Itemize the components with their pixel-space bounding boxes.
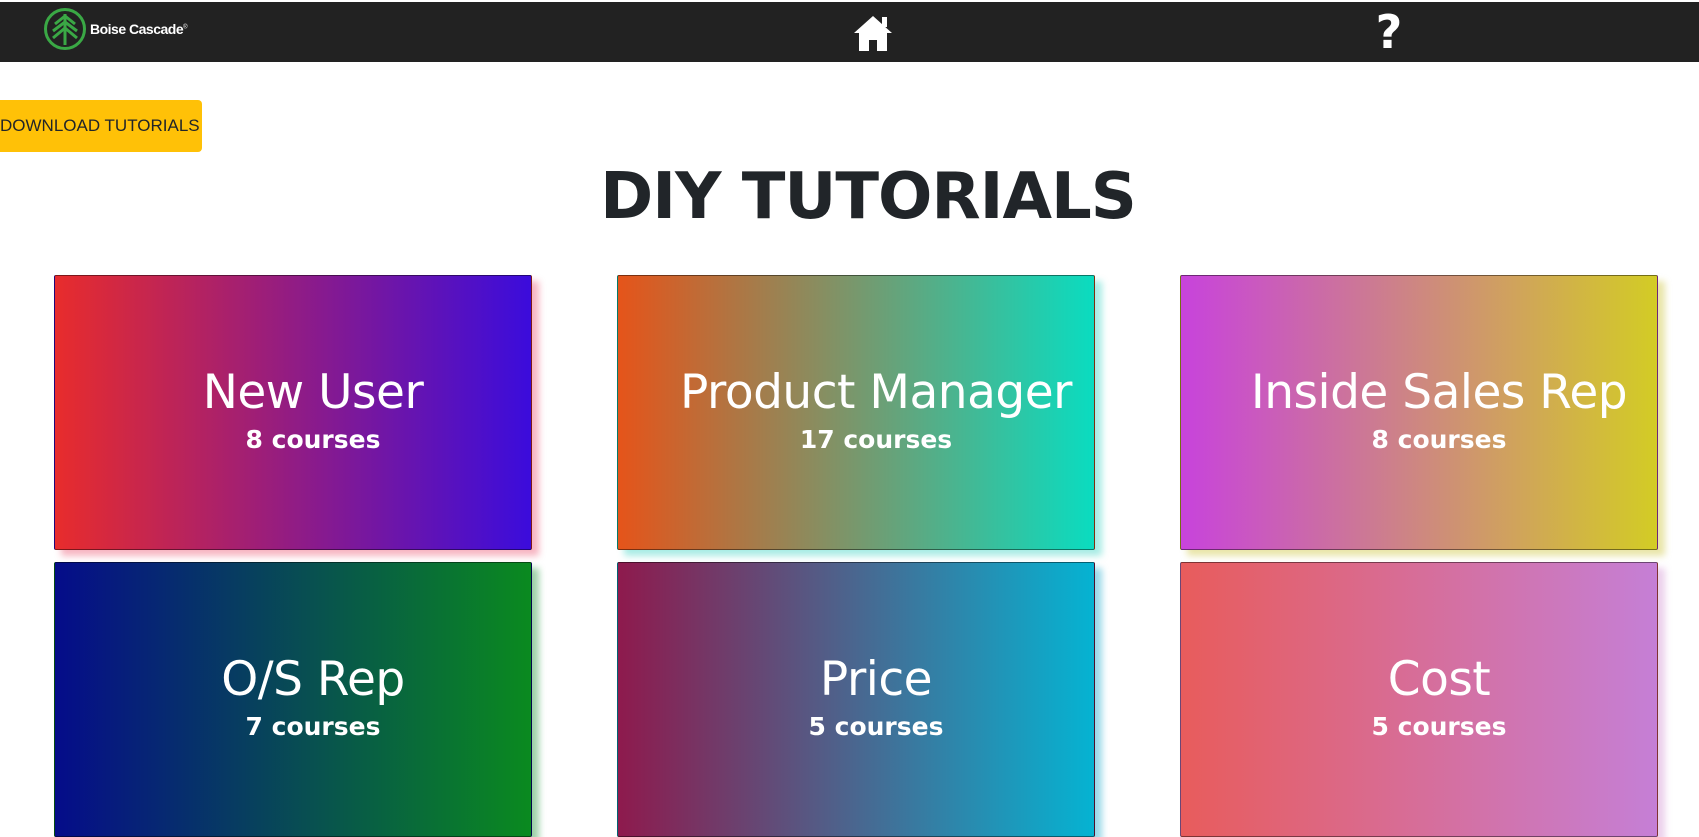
download-tutorials-button[interactable]: DOWNLOAD TUTORIALS <box>0 100 202 152</box>
page-title: DIY TUTORIALS <box>600 160 1137 234</box>
tutorial-card-inside-sales-rep[interactable]: Inside Sales Rep 8 courses <box>1180 275 1658 550</box>
tutorial-card-product-manager[interactable]: Product Manager 17 courses <box>617 275 1095 550</box>
card-title: New User <box>202 365 424 420</box>
brand-logo-link[interactable]: Boise Cascade® <box>43 7 188 51</box>
card-course-count: 17 courses <box>799 425 953 454</box>
card-course-count: 8 courses <box>245 425 381 454</box>
registered-mark: ® <box>183 24 188 31</box>
question-mark-icon[interactable]: ? <box>1367 5 1411 59</box>
card-title: Inside Sales Rep <box>1250 365 1628 420</box>
tutorial-card-new-user[interactable]: New User 8 courses <box>54 275 532 550</box>
tutorial-card-price[interactable]: Price 5 courses <box>617 562 1095 837</box>
card-course-count: 8 courses <box>1371 425 1507 454</box>
tutorial-card-cost[interactable]: Cost 5 courses <box>1180 562 1658 837</box>
card-course-count: 5 courses <box>808 712 944 741</box>
home-icon[interactable] <box>851 11 895 55</box>
brand-name: Boise Cascade <box>90 21 184 37</box>
card-title: O/S Rep <box>221 652 405 707</box>
top-navbar: Boise Cascade® ? <box>0 2 1699 62</box>
card-course-count: 5 courses <box>1371 712 1507 741</box>
card-title: Cost <box>1387 652 1491 707</box>
tutorial-card-os-rep[interactable]: O/S Rep 7 courses <box>54 562 532 837</box>
card-title: Price <box>819 652 933 707</box>
card-title: Product Manager <box>680 365 1072 420</box>
card-course-count: 7 courses <box>245 712 381 741</box>
tree-logo-icon <box>44 8 86 50</box>
